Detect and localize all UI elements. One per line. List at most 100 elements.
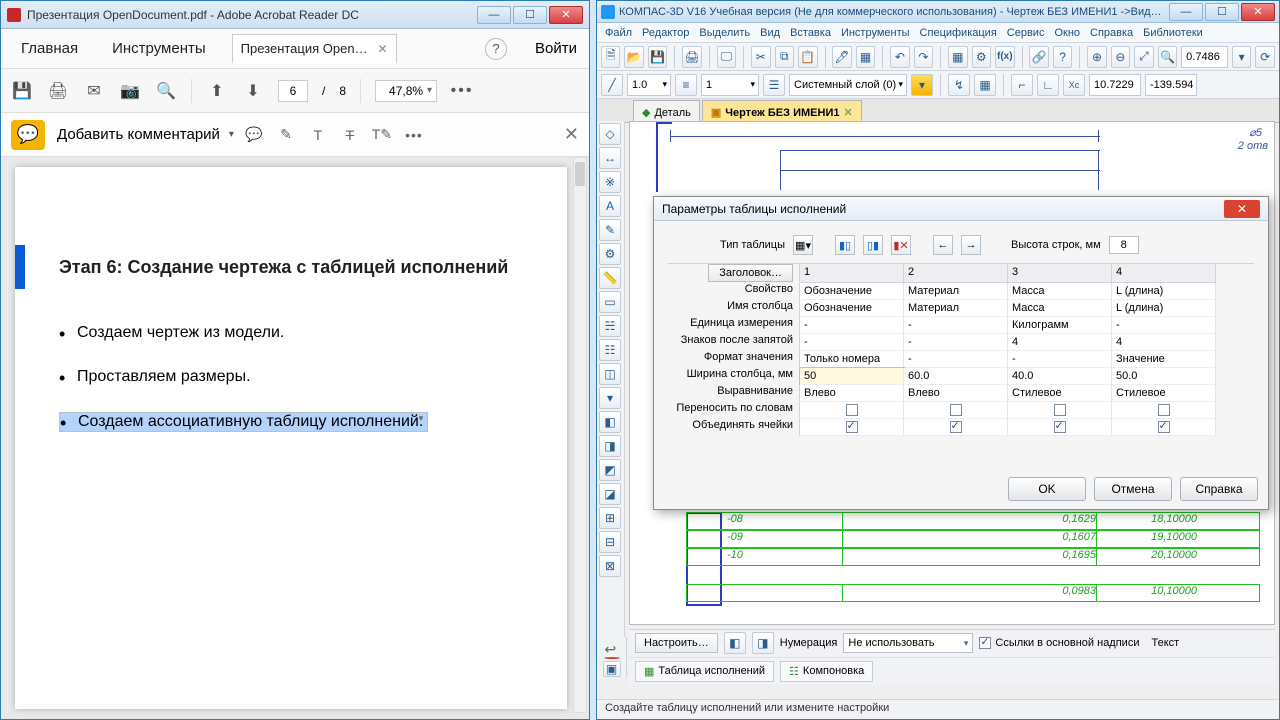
page-input[interactable] [278, 80, 308, 102]
cell[interactable]: Стилевое [1008, 385, 1112, 402]
cell[interactable]: 4 [1112, 334, 1216, 351]
brush-icon[interactable]: 🖊 [832, 46, 851, 68]
menu-help[interactable]: Справка [1090, 27, 1133, 39]
cell-checkbox[interactable] [800, 402, 904, 419]
cell[interactable]: L (длина) [1112, 283, 1216, 300]
t18-icon[interactable]: ⊟ [599, 531, 621, 553]
signin-link[interactable]: Войти [535, 40, 577, 57]
t16-icon[interactable]: ◪ [599, 483, 621, 505]
camera-icon[interactable]: 📷 [119, 80, 141, 102]
col-header[interactable]: 3 [1008, 264, 1112, 283]
cell[interactable]: - [904, 351, 1008, 368]
cell[interactable]: L (длина) [1112, 300, 1216, 317]
numbering-select[interactable]: Не использовать [843, 633, 973, 653]
symb-icon[interactable]: ※ [599, 171, 621, 193]
zoomall-icon[interactable]: 🔍 [1158, 46, 1177, 68]
min-button[interactable]: — [1169, 3, 1203, 21]
page-down-icon[interactable]: ⬇ [242, 80, 264, 102]
max-button[interactable]: ☐ [513, 6, 547, 24]
cell[interactable]: Только номера исп… [800, 351, 904, 368]
meas-icon[interactable]: 📏 [599, 267, 621, 289]
tab-file[interactable]: Презентация Open… ✕ [232, 34, 397, 64]
cell-checkbox[interactable] [1008, 402, 1112, 419]
more2-icon[interactable]: ••• [404, 125, 424, 145]
col-header[interactable]: 1 [800, 264, 904, 283]
prop-tab-layout[interactable]: ☷Компоновка [780, 661, 873, 682]
menu-spec[interactable]: Спецификация [920, 27, 997, 39]
print-icon[interactable]: 🖨 [682, 46, 701, 68]
menu-libs[interactable]: Библиотеки [1143, 27, 1203, 39]
cell[interactable]: Материал [904, 300, 1008, 317]
prop-tab-table[interactable]: ▦Таблица исполнений [635, 661, 774, 682]
col-left-icon[interactable]: ◧ [724, 632, 746, 654]
t19-icon[interactable]: ⊠ [599, 555, 621, 577]
ok-button[interactable]: OK [1008, 477, 1086, 501]
scale-input[interactable]: 0.7486 [1181, 46, 1228, 68]
configure-button[interactable]: Настроить… [635, 633, 718, 653]
search-icon[interactable]: 🔍 [155, 80, 177, 102]
coordy-input[interactable]: -139.594 [1145, 74, 1197, 96]
line-icon[interactable]: ╱ [601, 74, 623, 96]
cell[interactable]: Обозначение [800, 300, 904, 317]
mail-icon[interactable]: ✉ [83, 80, 105, 102]
dropdown-icon[interactable]: ▾ [1232, 46, 1251, 68]
addcol-left-icon[interactable]: ▮▯ [835, 235, 855, 255]
cell[interactable]: Влево [904, 385, 1008, 402]
coordx-input[interactable]: 10.7229 [1089, 74, 1141, 96]
menu-service[interactable]: Сервис [1007, 27, 1045, 39]
t14-icon[interactable]: ◨ [599, 435, 621, 457]
cancel-button[interactable]: Отмена [1094, 477, 1172, 501]
lineweight-sel[interactable]: 1.0▾ [627, 74, 671, 96]
help-button[interactable]: Справка [1180, 477, 1258, 501]
doctab-drawing[interactable]: ▣Чертеж БЕЗ ИМЕНИ1✕ [702, 100, 862, 122]
text-icon[interactable]: A [599, 195, 621, 217]
close-panel-icon[interactable]: ✕ [564, 124, 579, 145]
col-header[interactable]: 2 [904, 264, 1008, 283]
reports-icon[interactable]: ☷ [599, 339, 621, 361]
menu-tools[interactable]: Инструменты [841, 27, 910, 39]
strike-icon[interactable]: T [340, 125, 360, 145]
cut-icon[interactable]: ✂ [751, 46, 770, 68]
close-button[interactable]: ✕ [1241, 3, 1275, 21]
cell[interactable]: Влево [800, 385, 904, 402]
menu-window[interactable]: Окно [1054, 27, 1080, 39]
pdf-viewport[interactable]: Этап 6: Создание чертежа с таблицей испо… [1, 157, 589, 719]
cell[interactable]: Обозначение [800, 283, 904, 300]
menu-view[interactable]: Вид [760, 27, 780, 39]
preview-icon[interactable]: 🖵 [717, 46, 736, 68]
cell-checkbox[interactable] [1112, 419, 1216, 436]
tab-home[interactable]: Главная [13, 34, 86, 63]
cell[interactable]: Стилевое [1112, 385, 1216, 402]
layer-icon[interactable]: ≡ [675, 74, 697, 96]
param-icon[interactable]: ⚙ [599, 243, 621, 265]
cell[interactable]: Масса [1008, 283, 1112, 300]
more-icon[interactable]: ▾ [599, 387, 621, 409]
rowheight-input[interactable] [1109, 236, 1139, 254]
print-icon[interactable]: 🖨 [47, 80, 69, 102]
col-header[interactable]: 4 [1112, 264, 1216, 283]
cell[interactable]: Значение [1112, 351, 1216, 368]
undo-icon[interactable]: ↶ [890, 46, 909, 68]
cell[interactable]: - [904, 334, 1008, 351]
comment-icon[interactable]: 💬 [11, 120, 45, 150]
header-button[interactable]: Заголовок… [708, 264, 793, 282]
t15-icon[interactable]: ◩ [599, 459, 621, 481]
spec-icon[interactable]: ☵ [599, 315, 621, 337]
ortho-icon[interactable]: ⌐ [1011, 74, 1033, 96]
zoomfit-icon[interactable]: ⤢ [1134, 46, 1153, 68]
open-icon[interactable]: 📂 [624, 46, 643, 68]
t17-icon[interactable]: ⊞ [599, 507, 621, 529]
pencil-icon[interactable]: ✎ [276, 125, 296, 145]
cell[interactable]: 4 [1008, 334, 1112, 351]
layerno-sel[interactable]: 1▾ [701, 74, 759, 96]
paste-icon[interactable]: 📋 [798, 46, 817, 68]
zoomout-icon[interactable]: ⊖ [1111, 46, 1130, 68]
new-icon[interactable]: 🗎 [601, 46, 620, 68]
links-checkbox[interactable]: Ссылки в основной надписи [979, 637, 1139, 649]
cell[interactable]: - [800, 317, 904, 334]
grid-icon[interactable]: ▦ [948, 46, 967, 68]
dialog-close-button[interactable]: ✕ [1224, 200, 1260, 218]
cell[interactable]: Масса [1008, 300, 1112, 317]
vscrollbar[interactable] [573, 157, 587, 713]
stamp-icon[interactable]: T✎ [372, 125, 392, 145]
